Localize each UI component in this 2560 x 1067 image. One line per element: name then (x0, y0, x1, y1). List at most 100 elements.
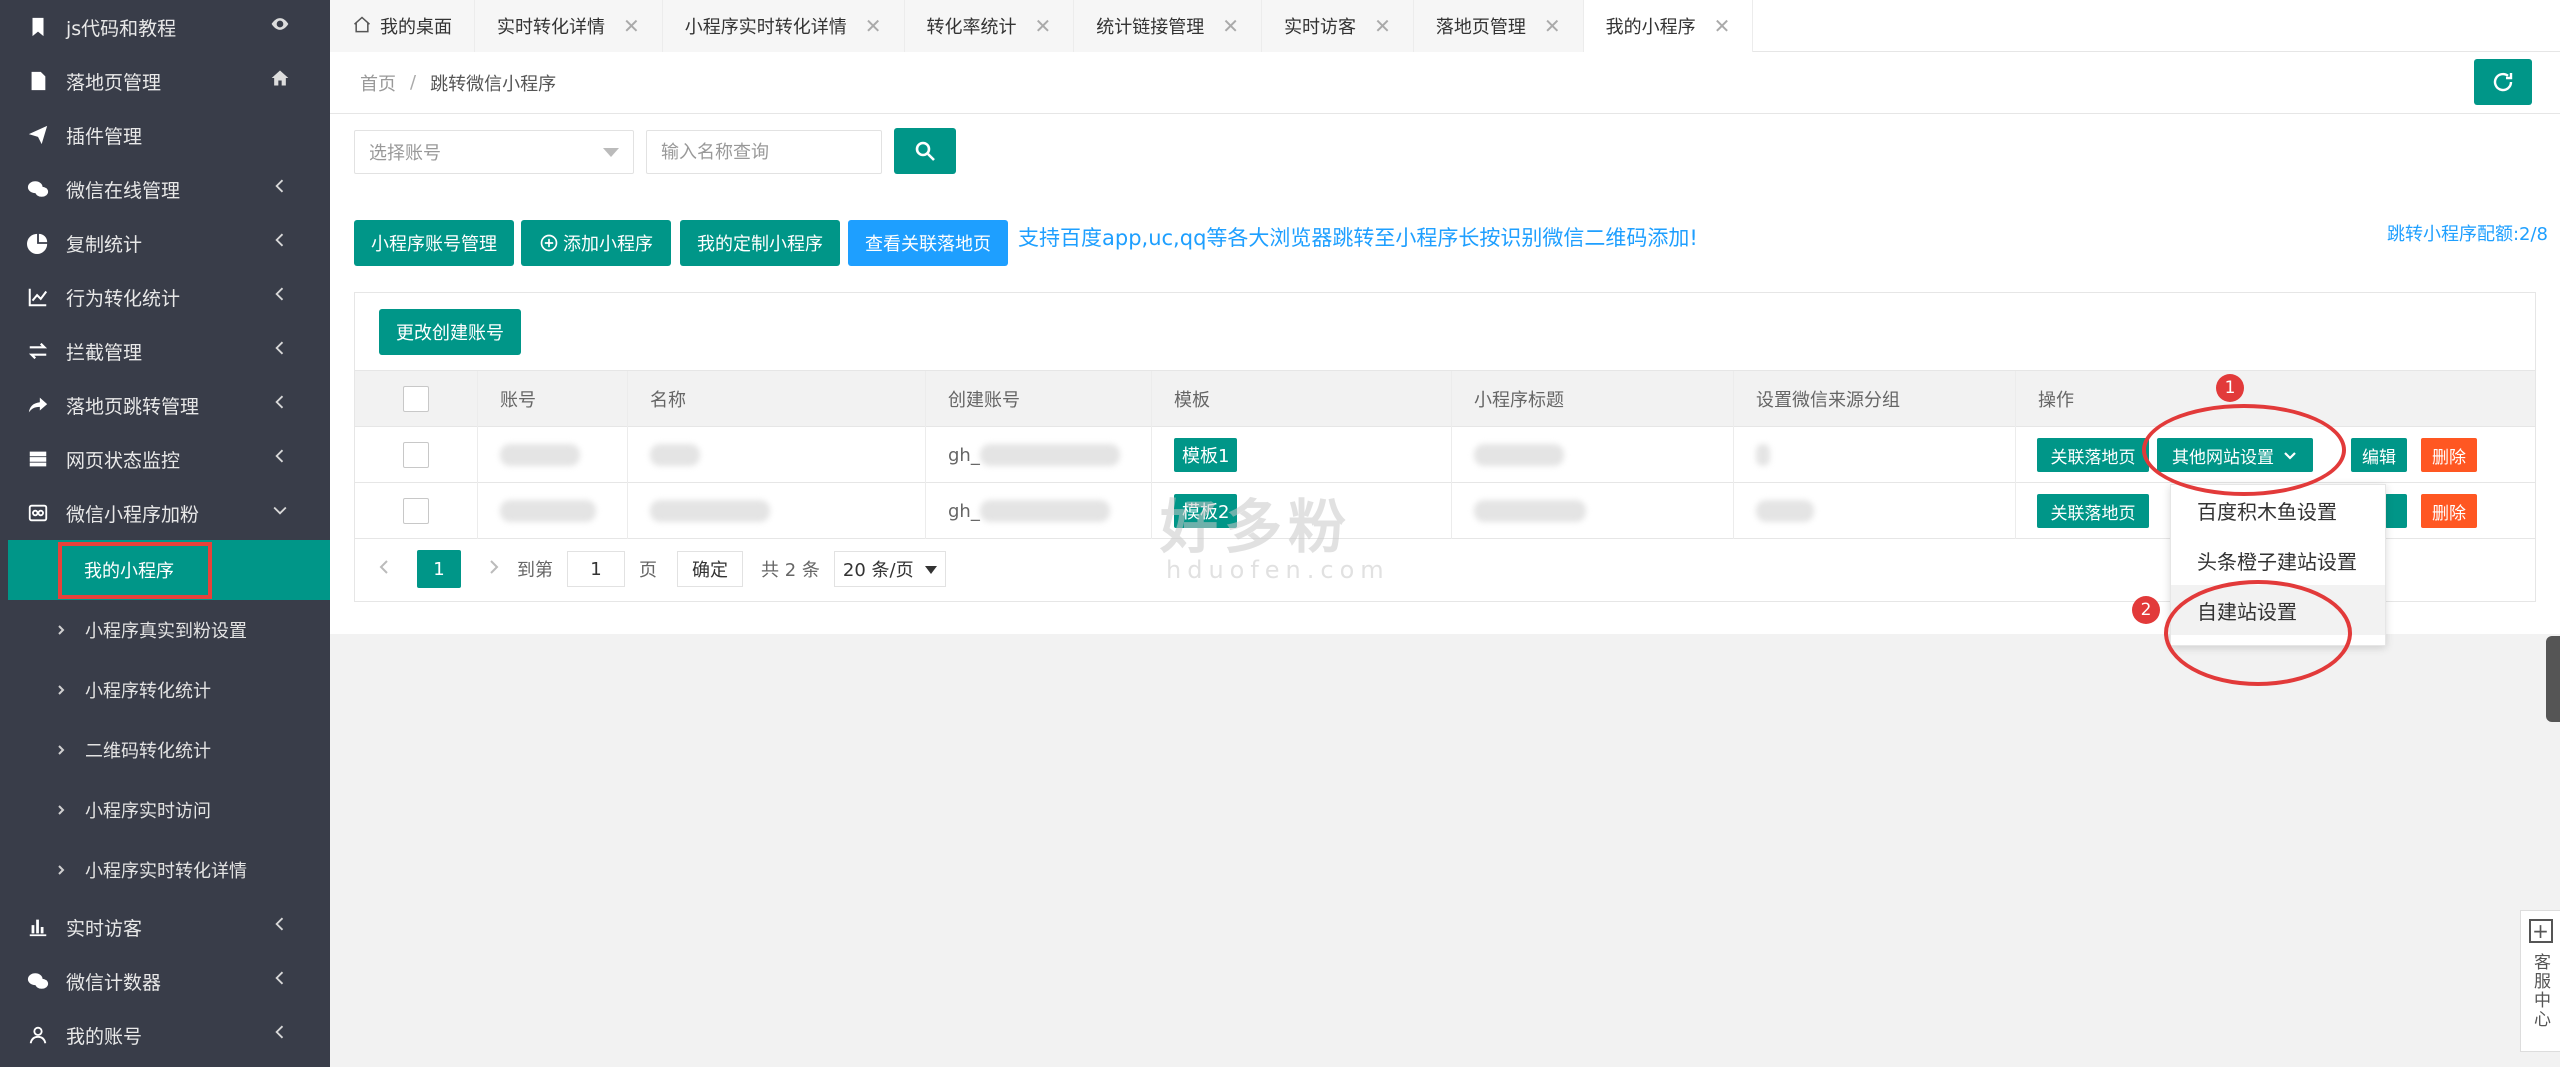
close-icon[interactable]: ✕ (1035, 14, 1052, 38)
goto-label: 到第 (517, 560, 553, 581)
breadcrumb-home[interactable]: 首页 (360, 70, 396, 96)
sidebar-item-behavior[interactable]: 行为转化统计 (0, 270, 330, 324)
cell-creator: gh_ (925, 427, 1151, 483)
tab-label: 实时访客 (1284, 17, 1357, 38)
header-name: 名称 (627, 371, 925, 427)
close-icon[interactable]: ✕ (623, 14, 640, 38)
tab-landing[interactable]: 落地页管理 ✕ (1413, 0, 1584, 52)
cell-account (477, 483, 627, 539)
prev-page-icon[interactable] (375, 558, 393, 581)
sidebar-item-js[interactable]: js代码和教程 (0, 0, 330, 54)
blurred-text (1756, 500, 1814, 522)
page-unit-label: 页 (639, 560, 657, 581)
server-icon (26, 447, 50, 471)
tab-mp-realtime-conv[interactable]: 小程序实时转化详情 ✕ (662, 0, 905, 52)
sidebar-subitem-real-fans[interactable]: 小程序真实到粉设置 (0, 600, 330, 660)
linked-landing-button[interactable]: 关联落地页 (2037, 494, 2149, 528)
sidebar-subitem-realtime-visit[interactable]: 小程序实时访问 (0, 780, 330, 840)
sidebar-item-miniprogram[interactable]: 微信小程序加粉 (0, 486, 330, 540)
page-number-input[interactable]: 1 (567, 551, 625, 587)
refresh-button[interactable] (2474, 59, 2532, 105)
linked-landing-button[interactable]: 关联落地页 (2037, 438, 2149, 472)
breadcrumb-current: 跳转微信小程序 (430, 73, 557, 95)
sidebar-item-wechat-online[interactable]: 微信在线管理 (0, 162, 330, 216)
tab-label: 转化率统计 (926, 17, 1017, 38)
sidebar-subitem-qrcode[interactable]: 二维码转化统计 (0, 720, 330, 780)
sidebar-item-intercept[interactable]: 拦截管理 (0, 324, 330, 378)
blurred-text (1756, 444, 1770, 466)
tab-label: 实时转化详情 (497, 17, 605, 38)
pie-chart-icon (26, 231, 50, 255)
total-count: 共 2 条 (761, 560, 820, 581)
sidebar: js代码和教程 落地页管理 插件管理 微信在线管理 复制统计 行为转化统计 拦截… (0, 0, 330, 1067)
name-search-input[interactable] (646, 130, 882, 174)
eye-icon[interactable] (270, 14, 290, 40)
change-creator-button[interactable]: 更改创建账号 (379, 309, 521, 355)
wechat-icon (26, 969, 50, 993)
row-checkbox[interactable] (403, 498, 429, 524)
page-size-select[interactable]: 20 条/页 (833, 551, 946, 587)
delete-button[interactable]: 删除 (2421, 438, 2477, 472)
custom-miniprogram-button[interactable]: 我的定制小程序 (680, 220, 840, 266)
header-account: 账号 (477, 371, 627, 427)
table-toolbar: 更改创建账号 (355, 293, 2535, 371)
chevron-left-icon (270, 914, 290, 940)
blurred-text (650, 500, 770, 522)
account-select[interactable]: 选择账号 (354, 130, 634, 174)
tab-my-miniprogram[interactable]: 我的小程序 ✕ (1583, 0, 1754, 52)
sidebar-item-landing[interactable]: 落地页管理 (0, 54, 330, 108)
home-icon[interactable] (270, 68, 290, 94)
close-icon[interactable]: ✕ (1544, 14, 1561, 38)
quota-text: 跳转小程序配额:2/8 (2386, 224, 2548, 245)
sidebar-item-monitor[interactable]: 网页状态监控 (0, 432, 330, 486)
cell-account (477, 427, 627, 483)
watermark: 好多粉 (1160, 493, 1353, 561)
blurred-text (979, 500, 1110, 522)
delete-button[interactable]: 删除 (2421, 494, 2477, 528)
sidebar-subitem-realtime-conv[interactable]: 小程序实时转化详情 (0, 840, 330, 900)
edit-button[interactable]: 编辑 (2351, 438, 2407, 472)
close-icon[interactable]: ✕ (1374, 14, 1391, 38)
cell-group (1733, 483, 2015, 539)
view-linked-pages-button[interactable]: 查看关联落地页 (848, 220, 1008, 266)
sidebar-subitem-my-miniprogram[interactable]: 我的小程序 (8, 540, 330, 600)
sidebar-item-plugin[interactable]: 插件管理 (0, 108, 330, 162)
close-icon[interactable]: ✕ (865, 14, 882, 38)
sidebar-item-label: 实时访客 (66, 917, 143, 940)
current-page[interactable]: 1 (417, 550, 461, 588)
button-label: 更改创建账号 (396, 323, 504, 344)
search-button[interactable] (894, 128, 956, 174)
tab-stat-links[interactable]: 统计链接管理 ✕ (1074, 0, 1263, 52)
tab-desktop[interactable]: 我的桌面 (330, 0, 475, 52)
dropdown-item-toutiao[interactable]: 头条橙子建站设置 (2171, 535, 2385, 585)
chevron-down-icon (270, 500, 290, 526)
close-icon[interactable]: ✕ (1222, 14, 1239, 38)
sidebar-item-wechat-counter[interactable]: 微信计数器 (0, 954, 330, 1008)
tab-realtime-conv[interactable]: 实时转化详情 ✕ (475, 0, 663, 52)
cell-title (1451, 483, 1733, 539)
header-title: 小程序标题 (1451, 371, 1733, 427)
side-drawer-handle[interactable] (2546, 636, 2560, 722)
close-icon[interactable]: ✕ (1714, 14, 1731, 38)
sidebar-item-realtime-visitors[interactable]: 实时访客 (0, 900, 330, 954)
paper-plane-icon (26, 123, 50, 147)
next-page-icon[interactable] (485, 558, 503, 581)
tab-conv-rate[interactable]: 转化率统计 ✕ (904, 0, 1075, 52)
header-checkbox-cell (355, 371, 477, 427)
bookmark-icon (26, 15, 50, 39)
customer-service-widget[interactable]: + 客服中心 (2520, 910, 2560, 1052)
sidebar-item-label: 微信小程序加粉 (66, 503, 200, 526)
row-checkbox[interactable] (403, 442, 429, 468)
sidebar-item-redirect[interactable]: 落地页跳转管理 (0, 378, 330, 432)
button-label: 小程序账号管理 (371, 234, 497, 255)
add-miniprogram-button[interactable]: 添加小程序 (521, 220, 671, 266)
account-management-button[interactable]: 小程序账号管理 (354, 220, 514, 266)
sidebar-item-copy-stats[interactable]: 复制统计 (0, 216, 330, 270)
annotation-ring-1 (2142, 404, 2346, 496)
page-confirm-button[interactable]: 确定 (677, 551, 743, 587)
edit-button-partial[interactable] (2385, 494, 2407, 528)
sidebar-subitem-conversion[interactable]: 小程序转化统计 (0, 660, 330, 720)
select-all-checkbox[interactable] (403, 386, 429, 412)
sidebar-item-my-account[interactable]: 我的账号 (0, 1008, 330, 1062)
tab-realtime-visitors[interactable]: 实时访客 ✕ (1262, 0, 1414, 52)
